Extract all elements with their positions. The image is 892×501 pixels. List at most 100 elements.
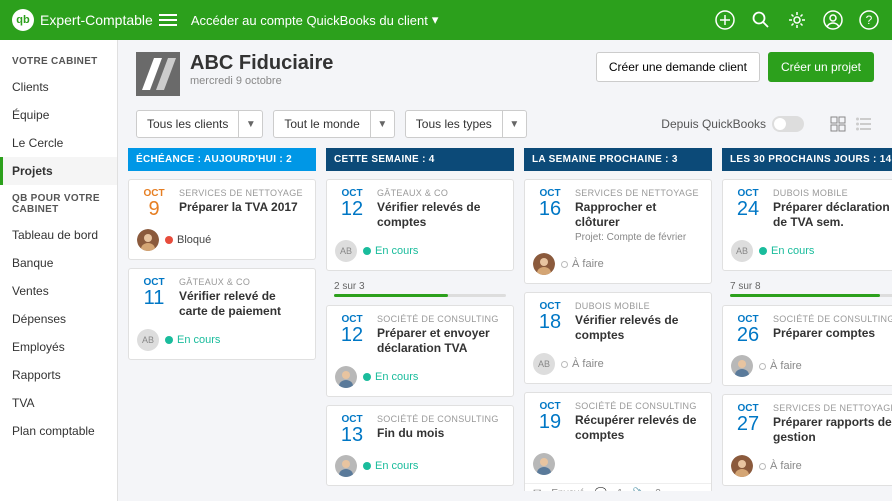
sidebar-item-projets[interactable]: Projets xyxy=(0,157,117,185)
status-badge: À faire xyxy=(561,358,604,370)
create-request-button[interactable]: Créer une demande client xyxy=(596,52,760,82)
card-title: Récupérer relevés de comptes xyxy=(575,413,703,443)
filter-people[interactable]: Tout le monde▼ xyxy=(273,110,394,138)
card-date: OCT18 xyxy=(533,301,567,343)
card-title: Préparer la TVA 2017 xyxy=(179,200,307,215)
card-date: OCT11 xyxy=(137,277,171,319)
quickbooks-toggle[interactable] xyxy=(772,116,804,132)
avatar xyxy=(731,455,753,477)
status-badge: À faire xyxy=(759,360,802,372)
card-client: SOCIÉTÉ DE CONSULTING xyxy=(377,314,505,324)
avatar: AB xyxy=(731,240,753,262)
sidebar-item-tva[interactable]: TVA xyxy=(0,389,117,417)
card-client: GÂTEAUX & CO xyxy=(179,277,307,287)
add-icon[interactable] xyxy=(714,9,736,31)
topbar: qb Expert-Comptable Accéder au compte Qu… xyxy=(0,0,892,40)
sidebar-item-équipe[interactable]: Équipe xyxy=(0,101,117,129)
card-title: Préparer rapports de gestion xyxy=(773,415,892,445)
status-dot-icon xyxy=(363,373,371,381)
status-dot-icon xyxy=(561,361,568,368)
kanban-board: ÉCHÉANCE : AUJOURD'HUI : 2OCT9SERVICES D… xyxy=(118,148,892,501)
status-badge: En cours xyxy=(363,371,418,383)
project-card[interactable]: OCT12GÂTEAUX & COVérifier relevés de com… xyxy=(326,179,514,271)
status-dot-icon xyxy=(165,236,173,244)
card-date: OCT24 xyxy=(731,188,765,230)
sent-icon: ✉ xyxy=(533,488,541,491)
column-header: LES 30 PROCHAINS JOURS : 14 xyxy=(722,148,892,171)
progress-bar: 2 sur 3 xyxy=(326,277,514,297)
project-card[interactable]: OCT9SERVICES DE NETTOYAGEPréparer la TVA… xyxy=(128,179,316,260)
card-title: Préparer et envoyer déclaration TVA xyxy=(377,326,505,356)
avatar xyxy=(533,453,555,475)
project-card[interactable]: OCT19SOCIÉTÉ DE CONSULTINGRécupérer rele… xyxy=(524,392,712,491)
sidebar: VOTRE CABINET ClientsÉquipeLe CercleProj… xyxy=(0,40,118,501)
card-date: OCT12 xyxy=(335,314,369,356)
project-card[interactable]: OCT18DUBOIS MOBILEVérifier relevés de co… xyxy=(524,292,712,384)
avatar: AB xyxy=(533,353,555,375)
status-dot-icon xyxy=(561,261,568,268)
project-card[interactable]: OCT26 SOCIÉTÉ DE CONSULTING Préparer compt… xyxy=(722,305,892,386)
project-card[interactable]: OCT12 SOCIÉTÉ DE CONSULTING Préparer et en… xyxy=(326,305,514,397)
filter-clients[interactable]: Tous les clients▼ xyxy=(136,110,263,138)
sidebar-item-le-cercle[interactable]: Le Cercle xyxy=(0,129,117,157)
card-footer: ✉Envoyé💬1📎2 xyxy=(525,483,711,491)
card-client: SERVICES DE NETTOYAGE xyxy=(773,403,892,413)
card-date: OCT26 xyxy=(731,314,765,345)
gear-icon[interactable] xyxy=(786,9,808,31)
search-icon[interactable] xyxy=(750,9,772,31)
card-client: SOCIÉTÉ DE CONSULTING xyxy=(773,314,892,324)
column-header: ÉCHÉANCE : AUJOURD'HUI : 2 xyxy=(128,148,316,171)
status-dot-icon xyxy=(363,247,371,255)
card-client: SOCIÉTÉ DE CONSULTING xyxy=(377,414,505,424)
status-badge: À faire xyxy=(561,258,604,270)
page-title: ABC Fiduciaire xyxy=(190,52,333,75)
column-header: LA SEMAINE PROCHAINE : 3 xyxy=(524,148,712,171)
kanban-column: LES 30 PROCHAINS JOURS : 14 OCT24DUBOIS M… xyxy=(722,148,892,491)
qb-logo: qb xyxy=(12,9,34,31)
card-date: OCT9 xyxy=(137,188,171,219)
avatar: AB xyxy=(335,240,357,262)
user-icon[interactable] xyxy=(822,9,844,31)
card-client: GÂTEAUX & CO xyxy=(377,188,505,198)
status-dot-icon xyxy=(759,363,766,370)
avatar xyxy=(731,355,753,377)
status-badge: En cours xyxy=(165,334,220,346)
kanban-column: LA SEMAINE PROCHAINE : 3 OCT16SERVICES DE… xyxy=(524,148,712,491)
sidebar-item-plan-comptable[interactable]: Plan comptable xyxy=(0,417,117,445)
chevron-down-icon[interactable]: ▼ xyxy=(503,110,527,138)
help-icon[interactable]: ? xyxy=(858,9,880,31)
client-account-label: Accéder au compte QuickBooks du client xyxy=(191,13,428,28)
sidebar-item-clients[interactable]: Clients xyxy=(0,73,117,101)
sidebar-item-dépenses[interactable]: Dépenses xyxy=(0,305,117,333)
grid-view-icon[interactable] xyxy=(828,114,848,134)
list-view-icon[interactable] xyxy=(854,114,874,134)
card-title: Préparer comptes xyxy=(773,326,892,341)
project-card[interactable]: OCT27SERVICES DE NETTOYAGEPréparer rappo… xyxy=(722,394,892,486)
project-card[interactable]: OCT11GÂTEAUX & COVérifier relevé de cart… xyxy=(128,268,316,360)
project-card[interactable]: OCT24DUBOIS MOBILEPréparer déclaration d… xyxy=(722,179,892,271)
filter-types[interactable]: Tous les types▼ xyxy=(405,110,527,138)
chevron-down-icon[interactable]: ▼ xyxy=(239,110,263,138)
create-project-button[interactable]: Créer un projet xyxy=(768,52,874,82)
card-title: Vérifier relevés de comptes xyxy=(575,313,703,343)
main: ABC Fiduciaire mercredi 9 octobre Créer … xyxy=(118,40,892,501)
kanban-column: CETTE SEMAINE : 4OCT12GÂTEAUX & COVérifi… xyxy=(326,148,514,491)
project-card[interactable]: OCT16SERVICES DE NETTOYAGERapprocher et … xyxy=(524,179,712,284)
chevron-down-icon[interactable]: ▼ xyxy=(371,110,395,138)
hamburger-icon[interactable] xyxy=(159,14,177,26)
sidebar-item-employés[interactable]: Employés xyxy=(0,333,117,361)
status-badge: En cours xyxy=(759,245,814,257)
status-dot-icon xyxy=(165,336,173,344)
sidebar-item-ventes[interactable]: Ventes xyxy=(0,277,117,305)
progress-bar: 7 sur 8 xyxy=(722,277,892,297)
client-account-dropdown[interactable]: Accéder au compte QuickBooks du client ▾ xyxy=(191,12,439,28)
sidebar-item-tableau-de-bord[interactable]: Tableau de bord xyxy=(0,221,117,249)
chevron-down-icon: ▾ xyxy=(432,12,439,28)
status-badge: En cours xyxy=(363,245,418,257)
sidebar-item-rapports[interactable]: Rapports xyxy=(0,361,117,389)
project-card[interactable]: OCT13SOCIÉTÉ DE CONSULTINGFin du moisEn … xyxy=(326,405,514,486)
column-header: CETTE SEMAINE : 4 xyxy=(326,148,514,171)
card-date: OCT12 xyxy=(335,188,369,230)
sidebar-item-banque[interactable]: Banque xyxy=(0,249,117,277)
sidebar-heading-qb: QB POUR VOTRE CABINET xyxy=(0,185,117,221)
